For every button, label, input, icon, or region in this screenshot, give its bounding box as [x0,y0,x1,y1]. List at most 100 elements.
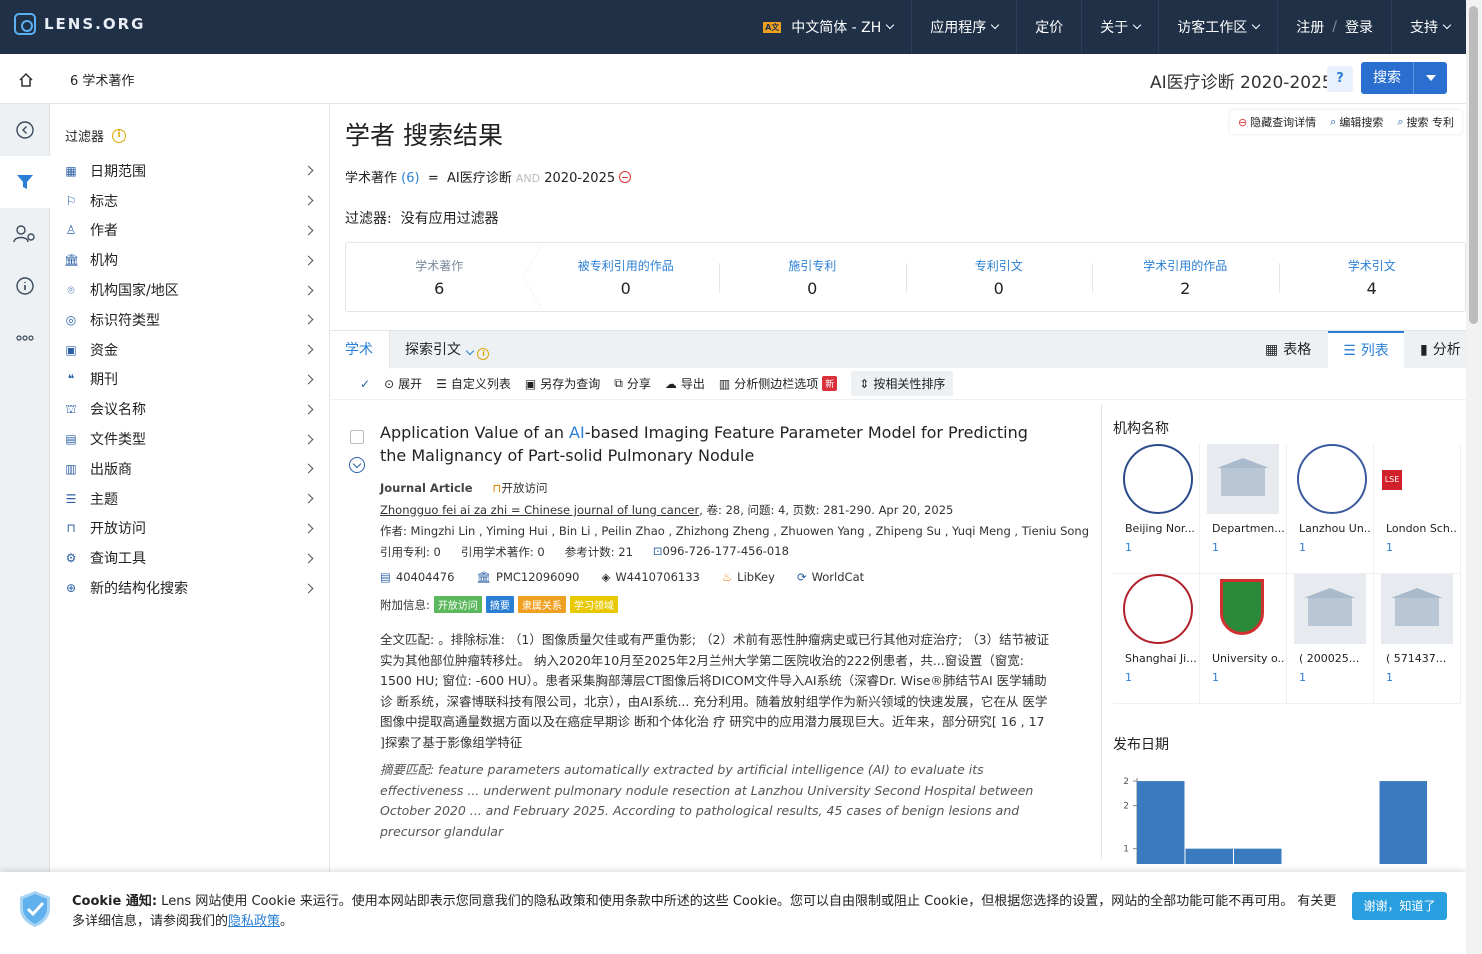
tag-fields-of-study[interactable]: 学习领域 [569,596,618,613]
stat-citing-patents[interactable]: 施引专利 0 [719,243,906,311]
filter-item[interactable]: ▦ 日期范围 [64,156,316,186]
result-checkbox[interactable] [350,430,364,444]
tab-explore-citations[interactable]: 探索引文 i [405,331,490,369]
institution-logo [1297,444,1367,514]
chart-bar[interactable] [1185,848,1234,864]
filter-item[interactable]: 🏛 机构 [64,245,316,275]
custom-list-button[interactable]: ☰ 自定义列表 [436,375,511,392]
tab-scholarly[interactable]: 学术 [330,331,390,369]
save-query-button[interactable]: ▣ 另存为查询 [525,375,600,392]
info-icon[interactable]: i [477,348,490,360]
filter-item[interactable]: ▣ 资金 [64,335,316,365]
expand-result-icon[interactable] [349,457,365,473]
hide-query-link[interactable]: ⊖ 隐藏查询详情 [1238,114,1316,130]
stat-patent-citations[interactable]: 专利引文 0 [905,243,1093,311]
institution-card[interactable]: ( 200025... 1 [1287,574,1374,704]
tag-open-access[interactable]: 开放访问 [433,596,482,613]
cited-patents-count[interactable]: 引用专利: 0 [380,544,441,560]
filter-icon [17,175,33,189]
analysis-sidebar-button[interactable]: ▥ 分析侧边栏选项新 [719,375,838,392]
stat-scholarly-citations[interactable]: 学术引文 4 [1278,243,1466,311]
institution-card[interactable]: Shanghai Ji... 1 [1113,574,1200,704]
filter-item[interactable]: ⌾ 机构国家/地区 [64,275,316,305]
about-menu[interactable]: 关于 [1081,0,1158,54]
sort-button[interactable]: ⇕ 按相关性排序 [851,371,954,396]
institution-card[interactable]: Lanzhou Un... 1 [1287,444,1374,574]
filter-tab[interactable] [0,156,50,208]
institution-card[interactable]: Beijing Nor... 1 [1113,444,1200,574]
result-authors[interactable]: 作者: Mingzhi Lin , Yiming Hui , Bin Li , … [380,523,1089,539]
edit-search-link[interactable]: ⌕ 编辑搜索 [1330,114,1383,130]
language-menu[interactable]: A文 中文简体 - ZH [745,0,911,54]
chart-bar[interactable] [1137,781,1185,864]
info-tab[interactable] [0,260,50,312]
view-analysis-button[interactable]: ▮ 分析 [1420,331,1461,369]
view-list-button[interactable]: ☰ 列表 [1328,331,1404,369]
collapse-button[interactable] [0,104,50,156]
search-button[interactable]: 搜索 [1361,62,1447,94]
more-tab[interactable] [0,312,50,364]
search-dropdown-icon[interactable] [1413,62,1447,94]
select-all-check-icon[interactable]: ✓ [360,377,370,391]
home-icon[interactable] [18,72,34,88]
expand-button[interactable]: ⊙ 展开 [384,375,422,392]
register-link[interactable]: 注册 [1296,17,1324,37]
remove-query-icon[interactable] [619,171,632,183]
institution-card[interactable]: University o... 1 [1200,574,1287,704]
stat-patent-cited-works[interactable]: 被专利引用的作品 0 [533,243,720,311]
apps-menu[interactable]: 应用程序 [911,0,1016,54]
chart-bar[interactable] [1379,781,1428,864]
cookie-accept-button[interactable]: 谢谢，知道了 [1352,892,1447,920]
filter-item[interactable]: ⊓ 开放访问 [64,514,316,544]
tag-affiliations[interactable]: 隶属关系 [517,596,566,613]
openalex-link[interactable]: ◈ W4410706133 [601,570,699,584]
pricing-link[interactable]: 定价 [1016,0,1081,54]
lens-logo[interactable]: LENS.ORG [14,13,145,35]
filter-item[interactable]: ▥ 出版商 [64,454,316,484]
filter-item[interactable]: ☰ 主题 [64,484,316,514]
libkey-link[interactable]: ♨ LibKey [722,570,775,584]
chart-bar[interactable] [1234,848,1282,864]
search-plus-icon: ⊕ [65,581,77,596]
pmid-link[interactable]: ▤ 40404476 [380,570,454,584]
scrollbar[interactable] [1466,0,1482,954]
result-title[interactable]: Application Value of an AI-based Imaging… [380,421,1030,467]
institution-card[interactable]: Departmen... 1 [1200,444,1287,574]
filter-item[interactable]: ▤ 文件类型 [64,424,316,454]
stat-scholarly-works[interactable]: 学术著作 6 [346,243,542,311]
lens-id-link[interactable]: ⊡096-726-177-456-018 [653,544,789,560]
view-table-button[interactable]: ▦ 表格 [1265,331,1311,369]
tag-abstract[interactable]: 摘要 [485,596,514,613]
filter-item[interactable]: ⛫ 会议名称 [64,394,316,424]
support-menu[interactable]: 支持 [1391,0,1468,54]
chevron-down-icon [1252,20,1261,30]
journal-link[interactable]: Zhongguo fei ai za zhi = Chinese journal… [380,503,699,517]
query-display[interactable]: AI医疗诊断 2020-2025 [1150,68,1333,93]
login-link[interactable]: 登录 [1345,17,1373,37]
privacy-policy-link[interactable]: 隐私政策 [228,914,280,929]
filter-item[interactable]: ⚙ 查询工具 [64,543,316,573]
institution-card[interactable]: ( 571437... 1 [1374,574,1461,704]
open-access-badge[interactable]: ⊓开放访问 [493,480,548,496]
search-patents-link[interactable]: ⌕ 搜索 专利 [1397,114,1454,130]
user-settings-tab[interactable] [0,208,50,260]
help-button[interactable]: ? [1327,66,1353,92]
query-actions: ⊖ 隐藏查询详情 ⌕ 编辑搜索 ⌕ 搜索 专利 [1229,110,1462,134]
institution-card[interactable]: LSE London Sch... 1 [1374,444,1461,574]
share-button[interactable]: ⧉ 分享 [614,375,651,392]
info-icon[interactable]: i [112,128,127,143]
filter-item[interactable]: ◎ 标识符类型 [64,305,316,335]
export-button[interactable]: ☁ 导出 [665,375,705,392]
scrollbar-thumb[interactable] [1469,6,1478,324]
stat-scholarly-cited-works[interactable]: 学术引用的作品 2 [1092,243,1279,311]
filter-item[interactable]: ⊕ 新的结构化搜索 [64,573,316,603]
filter-item[interactable]: ❝ 期刊 [64,365,316,395]
cited-works-count[interactable]: 引用学术著作: 0 [461,544,545,560]
guest-workspace-menu[interactable]: 访客工作区 [1158,0,1277,54]
breadcrumb[interactable]: 6 学术著作 [70,70,134,89]
reference-count[interactable]: 参考计数: 21 [565,544,633,560]
filter-item[interactable]: ⚐ 标志 [64,186,316,216]
worldcat-link[interactable]: ⟳ WorldCat [797,570,864,584]
filter-item[interactable]: ♙ 作者 [64,216,316,246]
pmcid-link[interactable]: 🏛 PMC12096090 [476,570,579,584]
